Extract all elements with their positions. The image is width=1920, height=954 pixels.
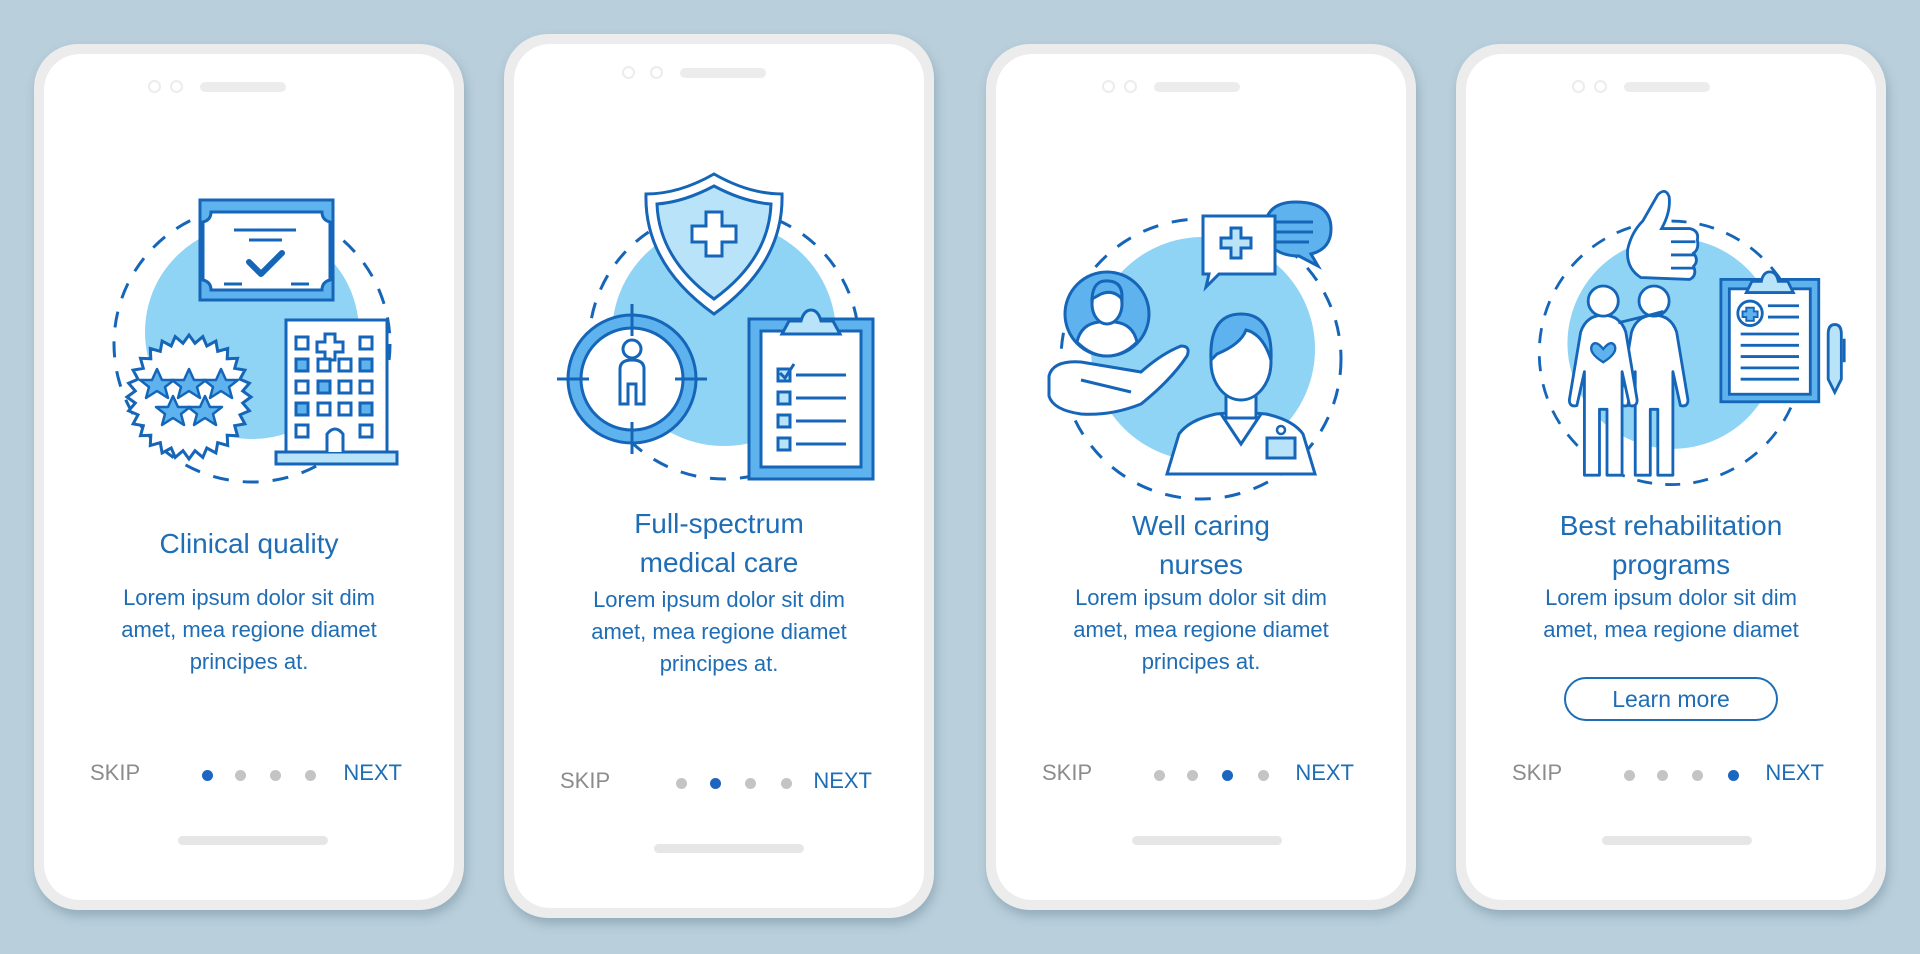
speaker-grille — [200, 82, 286, 92]
certificate-stars-hospital-icon — [89, 184, 409, 504]
screen-description: Lorem ipsum dolor sit dim amet, mea regi… — [554, 584, 884, 680]
title-line: Best rehabilitation — [1559, 510, 1783, 541]
screen-description: Lorem ipsum dolor sit dim amet, mea regi… — [1506, 582, 1836, 646]
screen-title: Clinical quality — [44, 524, 454, 563]
page-indicator — [1618, 770, 1739, 782]
rehabilitation-thumbs-up-icon — [1511, 174, 1846, 494]
page-dot-3[interactable] — [1692, 770, 1703, 781]
description-line: principes at. — [659, 651, 779, 676]
page-dot-1[interactable] — [676, 778, 687, 789]
onboarding-nav: SKIP NEXT — [44, 760, 454, 790]
screen-content: Full-spectrum medical care Lorem ipsum d… — [514, 44, 924, 908]
phone-screen-4: Best rehabilitation programs Lorem ipsum… — [1456, 44, 1886, 910]
page-dot-2[interactable] — [710, 778, 721, 789]
page-dot-1[interactable] — [1624, 770, 1635, 781]
description-line: principes at. — [1141, 649, 1261, 674]
home-indicator[interactable] — [1132, 836, 1282, 845]
page-dot-2[interactable] — [1657, 770, 1668, 781]
sensor-icon — [1124, 80, 1137, 93]
page-dot-4[interactable] — [1728, 770, 1739, 781]
title-line: programs — [1611, 549, 1731, 580]
home-indicator[interactable] — [654, 844, 804, 853]
page-dot-4[interactable] — [1258, 770, 1269, 781]
home-indicator[interactable] — [1602, 836, 1752, 845]
camera-icon — [148, 80, 161, 93]
screen-title: Well caring nurses — [996, 506, 1406, 584]
description-line: amet, mea regione diamet — [1073, 617, 1329, 642]
next-button[interactable]: NEXT — [343, 760, 402, 786]
screen-content: Best rehabilitation programs Lorem ipsum… — [1466, 54, 1876, 900]
next-button[interactable]: NEXT — [813, 768, 872, 794]
description-line: principes at. — [189, 649, 309, 674]
page-dot-1[interactable] — [202, 770, 213, 781]
nurse-patient-chat-icon — [1041, 184, 1361, 504]
skip-button[interactable]: SKIP — [560, 768, 610, 794]
page-dot-4[interactable] — [305, 770, 316, 781]
page-dot-3[interactable] — [745, 778, 756, 789]
page-dot-3[interactable] — [1222, 770, 1233, 781]
description-line: amet, mea regione diamet — [1543, 617, 1799, 642]
description-line: Lorem ipsum dolor sit dim — [593, 587, 845, 612]
skip-button[interactable]: SKIP — [90, 760, 140, 786]
sensor-icon — [170, 80, 183, 93]
description-line: Lorem ipsum dolor sit dim — [1545, 585, 1797, 610]
page-indicator — [1148, 770, 1269, 782]
screen-title: Full-spectrum medical care — [514, 504, 924, 582]
description-line: Lorem ipsum dolor sit dim — [1075, 585, 1327, 610]
next-button[interactable]: NEXT — [1765, 760, 1824, 786]
screen-content: Clinical quality Lorem ipsum dolor sit d… — [44, 54, 454, 900]
camera-icon — [1572, 80, 1585, 93]
title-line: Clinical quality — [159, 528, 339, 559]
speaker-grille — [1154, 82, 1240, 92]
title-line: Full-spectrum — [634, 508, 804, 539]
sensor-icon — [1594, 80, 1607, 93]
page-dot-4[interactable] — [781, 778, 792, 789]
speaker-grille — [1624, 82, 1710, 92]
onboarding-nav: SKIP NEXT — [1466, 760, 1876, 790]
learn-more-button[interactable]: Learn more — [1564, 677, 1778, 721]
speaker-grille — [680, 68, 766, 78]
page-indicator — [668, 778, 792, 790]
onboarding-nav: SKIP NEXT — [514, 768, 924, 798]
camera-icon — [622, 66, 635, 79]
description-line: amet, mea regione diamet — [591, 619, 847, 644]
skip-button[interactable]: SKIP — [1512, 760, 1562, 786]
screen-title: Best rehabilitation programs — [1466, 506, 1876, 584]
skip-button[interactable]: SKIP — [1042, 760, 1092, 786]
camera-icon — [1102, 80, 1115, 93]
description-line: Lorem ipsum dolor sit dim — [123, 585, 375, 610]
description-line: amet, mea regione diamet — [121, 617, 377, 642]
page-dot-1[interactable] — [1154, 770, 1165, 781]
title-line: Well caring — [1132, 510, 1270, 541]
shield-target-clipboard-icon — [554, 164, 884, 494]
sensor-icon — [650, 66, 663, 79]
screen-description: Lorem ipsum dolor sit dim amet, mea regi… — [1036, 582, 1366, 678]
page-dot-3[interactable] — [270, 770, 281, 781]
onboarding-nav: SKIP NEXT — [996, 760, 1406, 790]
title-line: medical care — [639, 547, 799, 578]
screen-description: Lorem ipsum dolor sit dim amet, mea regi… — [84, 582, 414, 678]
home-indicator[interactable] — [178, 836, 328, 845]
next-button[interactable]: NEXT — [1295, 760, 1354, 786]
phone-screen-3: Well caring nurses Lorem ipsum dolor sit… — [986, 44, 1416, 910]
phone-screen-1: Clinical quality Lorem ipsum dolor sit d… — [34, 44, 464, 910]
page-dot-2[interactable] — [1187, 770, 1198, 781]
screen-content: Well caring nurses Lorem ipsum dolor sit… — [996, 54, 1406, 900]
phone-screen-2: Full-spectrum medical care Lorem ipsum d… — [504, 34, 934, 918]
page-dot-2[interactable] — [235, 770, 246, 781]
title-line: nurses — [1158, 549, 1244, 580]
page-indicator — [194, 770, 316, 782]
